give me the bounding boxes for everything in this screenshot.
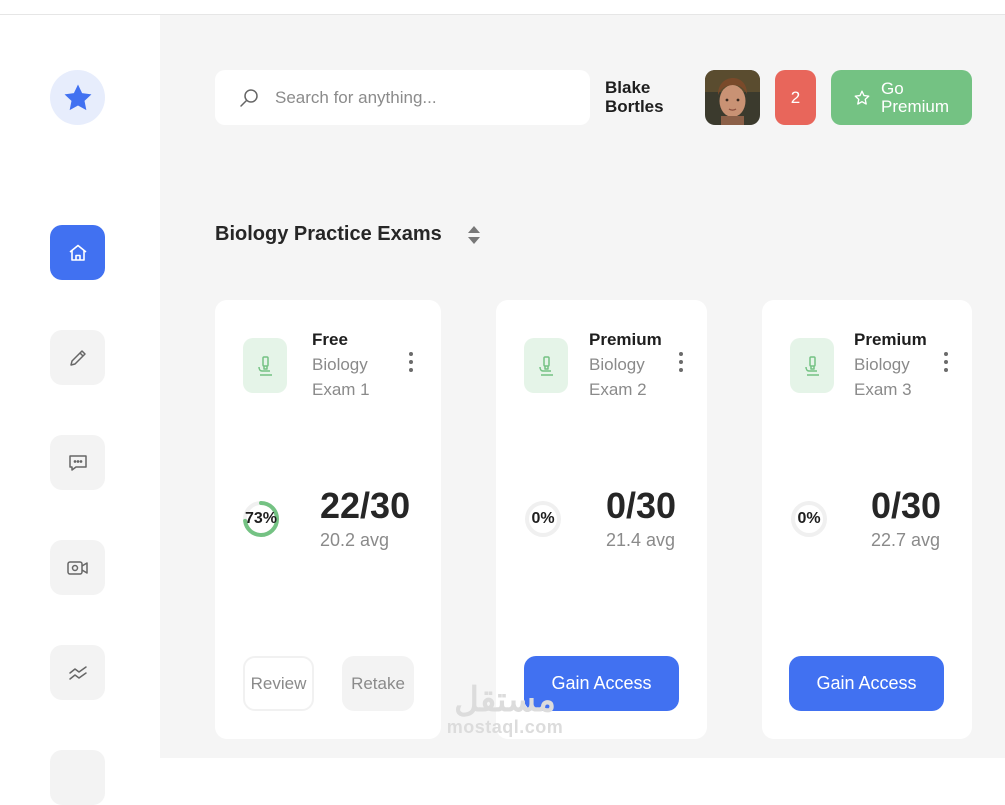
exam-card-2: Premium Biology Exam 2 0% 0/30 21.4 avg … — [496, 300, 707, 739]
exam-average: 21.4 avg — [606, 530, 676, 550]
section-title: Biology Practice Exams — [215, 223, 442, 245]
sidebar-item-messages[interactable] — [50, 435, 105, 490]
microscope-icon — [805, 355, 819, 376]
microscope-icon — [258, 355, 272, 376]
exam-tier: Premium — [854, 330, 927, 349]
exam-subject: Biology — [312, 355, 368, 374]
exam-average: 20.2 avg — [320, 530, 390, 550]
chat-icon — [68, 454, 87, 471]
logo[interactable] — [50, 70, 105, 125]
search-bar[interactable] — [215, 70, 590, 125]
more-options-icon[interactable] — [942, 352, 950, 376]
sort-icon[interactable] — [466, 224, 482, 246]
exam-subject: Biology — [854, 355, 910, 374]
main-content: Blake Bortles 2 Go Premium Biology Pract… — [160, 15, 1005, 758]
star-outline-icon — [854, 90, 870, 105]
microscope-icon — [539, 355, 553, 376]
go-premium-button[interactable]: Go Premium — [831, 70, 972, 125]
progress-percent: 0% — [531, 510, 555, 527]
pencil-icon — [69, 349, 86, 366]
sidebar-item-home[interactable] — [50, 225, 105, 280]
go-premium-label: Go Premium — [881, 78, 950, 116]
exam-card-1: Free Biology Exam 1 73% 22/30 20.2 avg R… — [215, 300, 441, 739]
avatar[interactable] — [705, 70, 760, 125]
gain-access-button[interactable]: Gain Access — [789, 656, 944, 711]
sidebar-item-analytics[interactable] — [50, 645, 105, 700]
sidebar-item-edit[interactable] — [50, 330, 105, 385]
progress-percent: 73% — [244, 510, 278, 527]
home-icon — [68, 244, 87, 261]
more-options-icon[interactable] — [677, 352, 685, 376]
trend-icon — [68, 665, 87, 680]
exam-name: Exam 3 — [854, 380, 912, 399]
avatar-photo — [705, 70, 760, 125]
exam-score: 22/30 — [320, 485, 411, 526]
exam-name: Exam 2 — [589, 380, 647, 399]
gain-access-button[interactable]: Gain Access — [524, 656, 679, 711]
exam-score: 0/30 — [606, 485, 677, 526]
exam-name: Exam 1 — [312, 380, 370, 399]
user-name: Blake Bortles — [605, 78, 664, 116]
sidebar-item-video[interactable] — [50, 540, 105, 595]
exam-average: 22.7 avg — [871, 530, 941, 550]
sidebar — [0, 15, 160, 805]
exam-subject: Biology — [589, 355, 645, 374]
top-bar — [0, 0, 1005, 15]
microscope-icon-tile — [524, 338, 568, 393]
star-icon — [64, 84, 91, 110]
retake-button[interactable]: Retake — [342, 656, 414, 711]
exam-card-3: Premium Biology Exam 3 0% 0/30 22.7 avg … — [762, 300, 972, 739]
search-icon — [240, 88, 258, 107]
sidebar-item-more[interactable] — [50, 750, 105, 805]
exam-tier: Free — [312, 330, 348, 349]
exam-score: 0/30 — [871, 485, 942, 526]
more-options-icon[interactable] — [407, 352, 415, 376]
search-input[interactable] — [275, 87, 575, 108]
exam-tier: Premium — [589, 330, 662, 349]
video-icon — [66, 560, 88, 575]
microscope-icon-tile — [243, 338, 287, 393]
notification-badge[interactable]: 2 — [775, 70, 816, 125]
progress-percent: 0% — [797, 510, 821, 527]
review-button[interactable]: Review — [243, 656, 314, 711]
microscope-icon-tile — [790, 338, 834, 393]
